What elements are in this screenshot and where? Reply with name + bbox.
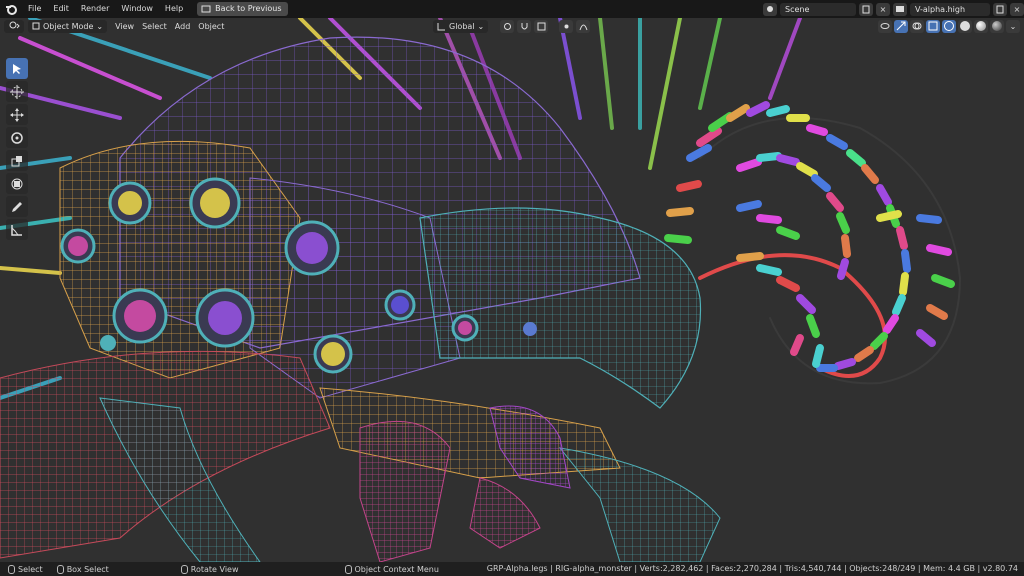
scene-icon — [767, 6, 773, 12]
menu-help[interactable]: Help — [159, 0, 189, 18]
viewport-header: Object Mode ⌄ View Select Add Object Glo… — [0, 18, 1024, 34]
mouse-left-icon — [8, 564, 15, 574]
back-to-previous-button[interactable]: Back to Previous — [197, 2, 288, 16]
rotate-tool[interactable] — [6, 127, 28, 148]
snapping-controls — [500, 19, 590, 33]
xray-toggle-icon[interactable] — [926, 19, 940, 33]
delete-view-layer-icon[interactable]: × — [1010, 2, 1024, 16]
scene-selector-icon[interactable] — [763, 2, 777, 16]
layers-icon — [896, 6, 904, 12]
editor-type-button[interactable] — [4, 19, 24, 33]
cursor-arrow-icon — [13, 63, 21, 74]
status-select-label: Select — [18, 564, 43, 574]
tool-shelf — [6, 58, 28, 242]
viewport-shading-controls: ⌄ — [878, 18, 1020, 34]
wireframe-scene — [0, 18, 962, 562]
measure-tool[interactable] — [6, 219, 28, 240]
scene-statistics: GRP-Alpha.legs | RIG-alpha_monster | Ver… — [486, 564, 1018, 573]
close-icon: × — [879, 4, 887, 14]
pivot-icon[interactable] — [500, 19, 514, 33]
spiral-tentacle — [664, 101, 962, 385]
menu-view[interactable]: View — [111, 20, 138, 33]
status-rotate-view: Rotate View — [180, 564, 239, 574]
overlays-icon[interactable] — [910, 19, 924, 33]
gizmo-toggle-icon[interactable] — [894, 19, 908, 33]
object-mode-icon — [32, 22, 40, 30]
status-context-menu: Object Context Menu — [344, 564, 439, 574]
material-shading-icon[interactable] — [974, 19, 988, 33]
status-bar: Select Box Select Rotate View Object Con… — [0, 562, 1024, 576]
blender-logo-icon[interactable] — [4, 2, 18, 16]
menu-file[interactable]: File — [22, 0, 47, 18]
wireframe-shading-icon[interactable] — [942, 19, 956, 33]
mouse-right-icon — [344, 564, 352, 574]
mouse-middle-icon — [180, 564, 188, 574]
new-view-layer-icon[interactable] — [993, 2, 1007, 16]
menu-render[interactable]: Render — [75, 0, 115, 18]
mouse-drag-icon — [56, 564, 64, 574]
proportional-edit-icon[interactable] — [559, 19, 573, 33]
menu-window[interactable]: Window — [115, 0, 159, 18]
top-menu-bar: File Edit Render Window Help Back to Pre… — [0, 0, 1024, 18]
mode-selector[interactable]: Object Mode ⌄ — [28, 19, 108, 33]
transform-icon — [11, 178, 23, 189]
status-rotate-view-label: Rotate View — [190, 564, 239, 574]
falloff-curve-icon[interactable] — [576, 19, 590, 33]
axis-icon — [437, 22, 445, 30]
move-arrows-icon — [10, 107, 24, 122]
status-box-select-label: Box Select — [66, 564, 109, 574]
annotate-tool[interactable] — [6, 196, 28, 217]
menu-select[interactable]: Select — [138, 20, 171, 33]
snap-magnet-icon[interactable] — [517, 19, 531, 33]
status-context-menu-label: Object Context Menu — [354, 564, 439, 574]
orientation-label: Global — [449, 21, 475, 31]
copy-icon — [996, 5, 1003, 13]
rendered-shading-icon[interactable] — [990, 19, 1004, 33]
select-box-tool[interactable] — [6, 58, 28, 79]
view-layer-field[interactable]: V-alpha.high — [910, 2, 990, 16]
chevron-down-icon: ⌄ — [96, 21, 104, 31]
transform-tool[interactable] — [6, 173, 28, 194]
mode-label: Object Mode — [43, 21, 94, 31]
visibility-icon[interactable] — [878, 19, 892, 33]
shading-options-icon[interactable]: ⌄ — [1006, 19, 1020, 33]
move-tool[interactable] — [6, 104, 28, 125]
3d-viewport[interactable] — [0, 18, 1024, 562]
chevron-down-icon: ⌄ — [477, 21, 485, 31]
rotate-icon — [11, 131, 23, 144]
orientation-selector[interactable]: Global ⌄ — [433, 19, 489, 33]
scale-tool[interactable] — [6, 150, 28, 171]
menu-object[interactable]: Object — [194, 20, 228, 33]
screen-icon — [201, 5, 211, 12]
delete-scene-icon[interactable]: × — [876, 2, 890, 16]
ruler-icon — [11, 224, 22, 236]
chevron-down-icon: ⌄ — [1009, 21, 1017, 31]
solid-shading-icon[interactable] — [958, 19, 972, 33]
back-to-previous-label: Back to Previous — [215, 4, 282, 13]
copy-icon — [862, 5, 869, 13]
pencil-icon — [12, 201, 22, 212]
new-scene-icon[interactable] — [859, 2, 873, 16]
status-select: Select — [8, 564, 43, 574]
close-icon: × — [1013, 4, 1021, 14]
snap-target-icon[interactable] — [534, 19, 548, 33]
menu-add[interactable]: Add — [171, 20, 195, 33]
scene-name-field[interactable]: Scene — [780, 2, 856, 16]
3d-view-icon — [9, 21, 20, 28]
view-layer-selector-icon[interactable] — [893, 2, 907, 16]
crosshair-icon — [10, 84, 24, 99]
cursor-tool[interactable] — [6, 81, 28, 102]
scale-icon — [11, 155, 22, 166]
status-box-select: Box Select — [56, 564, 109, 574]
menu-edit[interactable]: Edit — [47, 0, 75, 18]
